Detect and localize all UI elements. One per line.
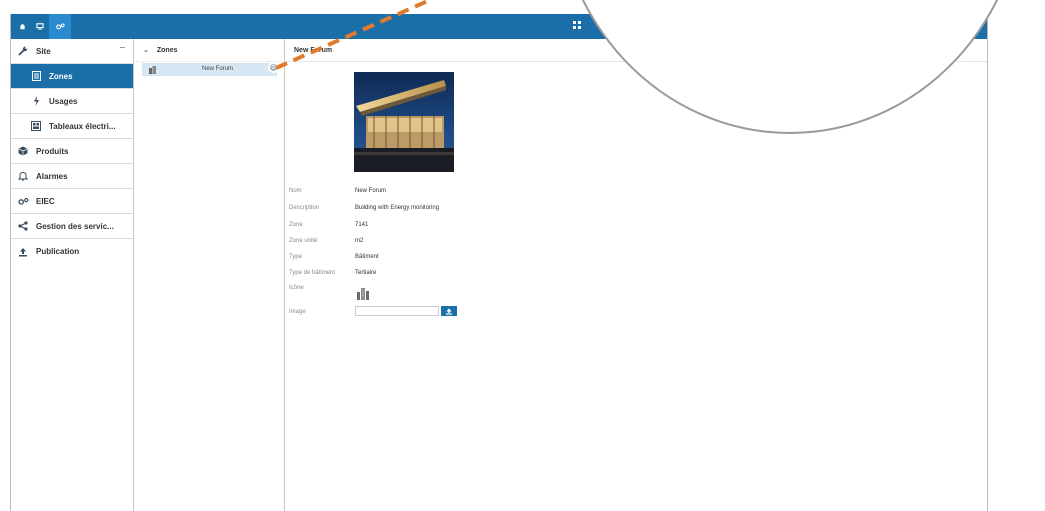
sidebar-item-label: Site: [36, 46, 51, 56]
sidebar-item-zones[interactable]: Zones: [11, 64, 133, 89]
sidebar-item-produits[interactable]: Produits: [11, 139, 133, 164]
building-icon: [149, 66, 156, 74]
zones-tree-panel: ⌄ Zones New Forum ⚙: [135, 39, 285, 511]
upload-icon: [16, 245, 30, 259]
upload-button[interactable]: [441, 306, 457, 316]
apps-grid-icon[interactable]: [573, 21, 583, 31]
sidebar-item-publication[interactable]: Publication: [11, 239, 133, 264]
field-label-type: Type: [289, 254, 303, 260]
chevron-down-icon[interactable]: ⌄: [143, 46, 149, 54]
upload-icon: [445, 307, 453, 315]
lightning-icon: [29, 94, 43, 108]
sidebar-item-label: Alarmes: [36, 171, 68, 181]
sidebar-item-label: EIEC: [36, 196, 55, 206]
collapse-icon[interactable]: [120, 47, 125, 48]
building-icon[interactable]: [356, 286, 370, 300]
sidebar-item-tableaux[interactable]: Tableaux électri...: [11, 114, 133, 139]
field-value-type-batiment: Tertiaire: [355, 270, 377, 276]
share-icon: [16, 219, 30, 233]
sidebar-item-label: Usages: [49, 96, 78, 106]
tree-row-label: New Forum: [202, 66, 234, 72]
gears-icon: [16, 194, 30, 208]
app-window: Site Zones Usages Tableaux électri... Pr…: [10, 14, 988, 511]
sidebar-item-usages[interactable]: Usages: [11, 89, 133, 114]
field-value-type: Bâtiment: [355, 254, 379, 260]
tree-title: Zones: [156, 46, 178, 54]
field-value-description: Building with Energy monitoring: [355, 205, 440, 211]
sidebar-item-label: Zones: [49, 71, 73, 81]
field-label-description: Description: [289, 205, 320, 211]
field-label-type-batiment: Type de bâtiment: [289, 270, 336, 276]
sidebar-item-label: Gestion des servic...: [36, 221, 114, 231]
sidebar-item-label: Publication: [36, 247, 80, 256]
field-value-zone: 7141: [355, 222, 369, 228]
bell-icon: [16, 169, 30, 183]
field-value-nom: New Forum: [355, 188, 387, 194]
list-icon: [29, 69, 43, 83]
sidebar-item-eiec[interactable]: EIEC: [11, 189, 133, 214]
top-toolbar: [11, 14, 987, 39]
field-label-zone-unite: Zone unité: [289, 238, 318, 244]
tree-row[interactable]: New Forum ⚙: [142, 62, 279, 76]
wrench-icon: [16, 44, 30, 58]
sidebar-item-gestion-services[interactable]: Gestion des servic...: [11, 214, 133, 239]
home-icon[interactable]: [14, 14, 30, 39]
sidebar-item-alarmes[interactable]: Alarmes: [11, 164, 133, 189]
cube-icon: [16, 144, 30, 158]
field-value-zone-unite: m2: [355, 238, 364, 244]
image-path-input[interactable]: [355, 306, 439, 316]
tree-header[interactable]: ⌄ Zones: [135, 39, 284, 62]
panel-icon: [29, 119, 43, 133]
field-label-image: Image: [289, 309, 306, 315]
gear-icon[interactable]: ⚙: [268, 62, 279, 73]
sidebar-item-label: Tableaux électri...: [49, 121, 116, 131]
field-label-nom: Nom: [289, 188, 302, 194]
sidebar-item-site[interactable]: Site: [11, 39, 133, 64]
monitor-icon[interactable]: [32, 14, 48, 39]
building-photo: [354, 72, 454, 172]
field-label-icone: Icône: [289, 285, 304, 291]
sidebar: Site Zones Usages Tableaux électri... Pr…: [11, 39, 134, 511]
field-label-zone: Zone: [289, 222, 303, 228]
detail-title: New Forum: [286, 39, 987, 62]
detail-panel: New Forum Nom New Forum Description Buil…: [286, 39, 987, 511]
sidebar-item-label: Produits: [36, 146, 69, 156]
gears-icon[interactable]: [49, 14, 71, 39]
